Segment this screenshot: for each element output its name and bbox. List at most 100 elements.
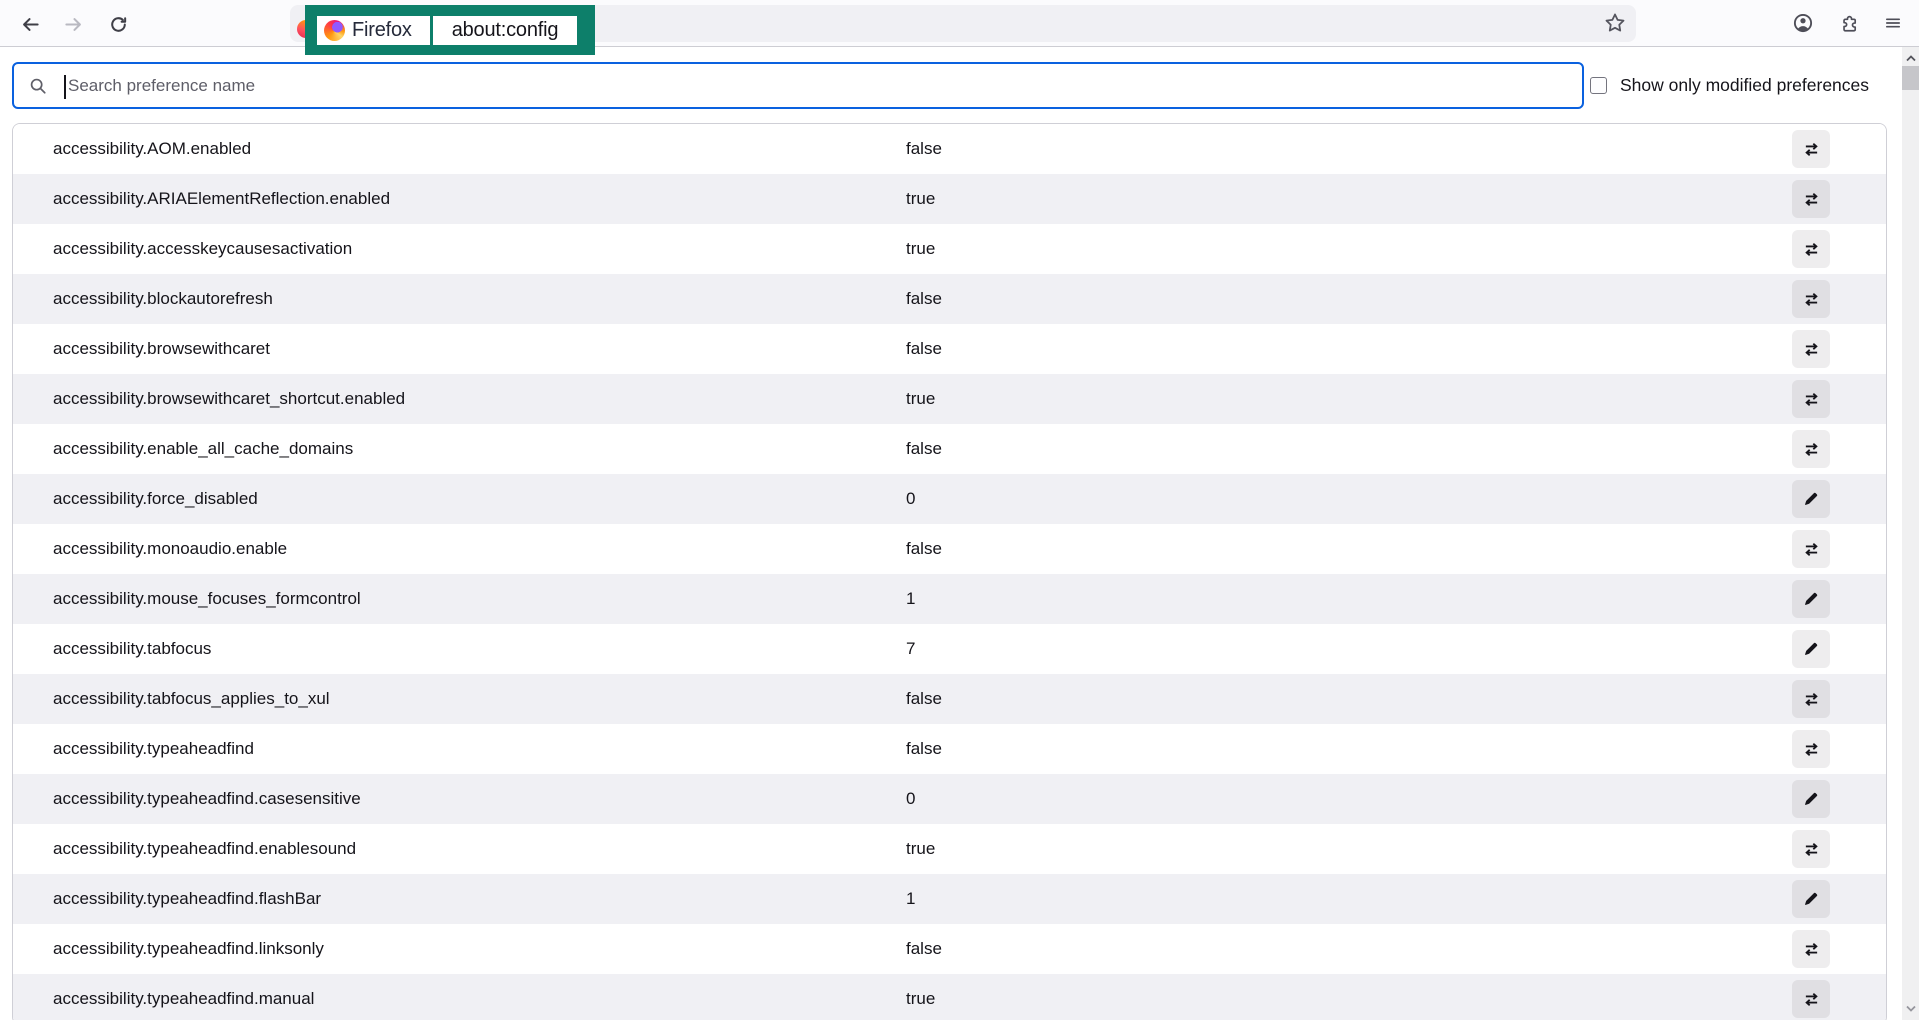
toggle-arrows-icon <box>1803 541 1820 558</box>
preferences-table: accessibility.AOM.enabled false accessib… <box>12 123 1887 1020</box>
toggle-arrows-icon <box>1803 141 1820 158</box>
edit-button[interactable] <box>1792 880 1830 918</box>
edit-button[interactable] <box>1792 630 1830 668</box>
toggle-arrows-icon <box>1803 741 1820 758</box>
account-button[interactable] <box>1786 6 1820 40</box>
edit-button[interactable] <box>1792 780 1830 818</box>
pref-value: false <box>906 339 1792 359</box>
chevron-up-icon <box>1905 53 1917 64</box>
pref-row: accessibility.mouse_focuses_formcontrol … <box>13 574 1886 624</box>
toggle-button[interactable] <box>1792 130 1830 168</box>
pref-value: true <box>906 189 1792 209</box>
forward-button[interactable] <box>56 7 90 41</box>
toggle-arrows-icon <box>1803 241 1820 258</box>
toggle-button[interactable] <box>1792 680 1830 718</box>
scroll-down-button[interactable] <box>1902 999 1919 1017</box>
pref-name: accessibility.tabfocus_applies_to_xul <box>13 689 906 709</box>
pref-value: false <box>906 939 1792 959</box>
toggle-button[interactable] <box>1792 230 1830 268</box>
pref-value: false <box>906 139 1792 159</box>
url-text: about:config <box>452 19 559 42</box>
pref-row: accessibility.typeaheadfind.manual true <box>13 974 1886 1020</box>
reload-icon <box>109 15 128 34</box>
pref-name: accessibility.typeaheadfind.flashBar <box>13 889 906 909</box>
chevron-down-icon <box>1905 1003 1917 1014</box>
toggle-arrows-icon <box>1803 941 1820 958</box>
reload-button[interactable] <box>101 7 135 41</box>
pencil-icon <box>1803 491 1819 507</box>
pref-name: accessibility.force_disabled <box>13 489 906 509</box>
toggle-arrows-icon <box>1803 691 1820 708</box>
pref-name: accessibility.AOM.enabled <box>13 139 906 159</box>
pref-name: accessibility.enable_all_cache_domains <box>13 439 906 459</box>
modified-filter[interactable]: Show only modified preferences <box>1590 74 1869 96</box>
pref-value: true <box>906 989 1792 1009</box>
pref-name: accessibility.tabfocus <box>13 639 906 659</box>
forward-arrow-icon <box>64 15 83 34</box>
firefox-about-config-page: Firefox about:config Show only modified … <box>0 0 1919 1020</box>
hamburger-menu-icon <box>1884 14 1902 32</box>
pref-name: accessibility.typeaheadfind.linksonly <box>13 939 906 959</box>
search-icon <box>29 77 47 95</box>
menu-button[interactable] <box>1876 6 1910 40</box>
toggle-button[interactable] <box>1792 980 1830 1018</box>
pref-name: accessibility.typeaheadfind.manual <box>13 989 906 1009</box>
url-text-chip: about:config <box>433 16 577 45</box>
toggle-button[interactable] <box>1792 830 1830 868</box>
pencil-icon <box>1803 791 1819 807</box>
toggle-arrows-icon <box>1803 291 1820 308</box>
pref-row: accessibility.force_disabled 0 <box>13 474 1886 524</box>
toggle-button[interactable] <box>1792 380 1830 418</box>
toggle-arrows-icon <box>1803 391 1820 408</box>
scrollbar-thumb[interactable] <box>1902 66 1919 90</box>
toggle-button[interactable] <box>1792 930 1830 968</box>
extensions-button[interactable] <box>1832 6 1866 40</box>
pref-row: accessibility.typeaheadfind.linksonly fa… <box>13 924 1886 974</box>
puzzle-piece-icon <box>1840 14 1859 33</box>
pref-name: accessibility.mouse_focuses_formcontrol <box>13 589 906 609</box>
browser-toolbar <box>0 0 1919 47</box>
pref-row: accessibility.monoaudio.enable false <box>13 524 1886 574</box>
toggle-button[interactable] <box>1792 180 1830 218</box>
back-button[interactable] <box>13 7 47 41</box>
bookmark-star-icon[interactable] <box>1604 12 1626 34</box>
pref-row: accessibility.browsewithcaret_shortcut.e… <box>13 374 1886 424</box>
pref-name: accessibility.browsewithcaret <box>13 339 906 359</box>
toggle-button[interactable] <box>1792 280 1830 318</box>
text-caret <box>64 75 66 99</box>
pencil-icon <box>1803 891 1819 907</box>
pref-name: accessibility.blockautorefresh <box>13 289 906 309</box>
pref-value: false <box>906 439 1792 459</box>
pref-value: false <box>906 539 1792 559</box>
toggle-button[interactable] <box>1792 730 1830 768</box>
scroll-up-button[interactable] <box>1902 49 1919 67</box>
pref-row: accessibility.tabfocus 7 <box>13 624 1886 674</box>
pref-value: 7 <box>906 639 1792 659</box>
toggle-button[interactable] <box>1792 430 1830 468</box>
annotation-highlight: Firefox about:config <box>305 5 595 55</box>
toggle-arrows-icon <box>1803 441 1820 458</box>
edit-button[interactable] <box>1792 480 1830 518</box>
identity-label: Firefox <box>352 19 412 42</box>
toggle-button[interactable] <box>1792 530 1830 568</box>
back-arrow-icon <box>21 15 40 34</box>
pref-name: accessibility.typeaheadfind.casesensitiv… <box>13 789 906 809</box>
pref-value: false <box>906 289 1792 309</box>
pref-row: accessibility.typeaheadfind.enablesound … <box>13 824 1886 874</box>
pref-name: accessibility.accesskeycausesactivation <box>13 239 906 259</box>
pref-row: accessibility.typeaheadfind false <box>13 724 1886 774</box>
vertical-scrollbar[interactable] <box>1902 47 1919 1020</box>
modified-checkbox-label[interactable]: Show only modified preferences <box>1620 74 1869 96</box>
modified-checkbox[interactable] <box>1590 77 1607 94</box>
toggle-button[interactable] <box>1792 330 1830 368</box>
site-identity-chip: Firefox <box>317 16 430 45</box>
edit-button[interactable] <box>1792 580 1830 618</box>
pref-row: accessibility.enable_all_cache_domains f… <box>13 424 1886 474</box>
pref-row: accessibility.blockautorefresh false <box>13 274 1886 324</box>
pref-value: 0 <box>906 789 1792 809</box>
pref-value: 0 <box>906 489 1792 509</box>
pref-value: true <box>906 839 1792 859</box>
search-input[interactable] <box>68 64 1568 107</box>
pref-name: accessibility.browsewithcaret_shortcut.e… <box>13 389 906 409</box>
pref-name: accessibility.ARIAElementReflection.enab… <box>13 189 906 209</box>
